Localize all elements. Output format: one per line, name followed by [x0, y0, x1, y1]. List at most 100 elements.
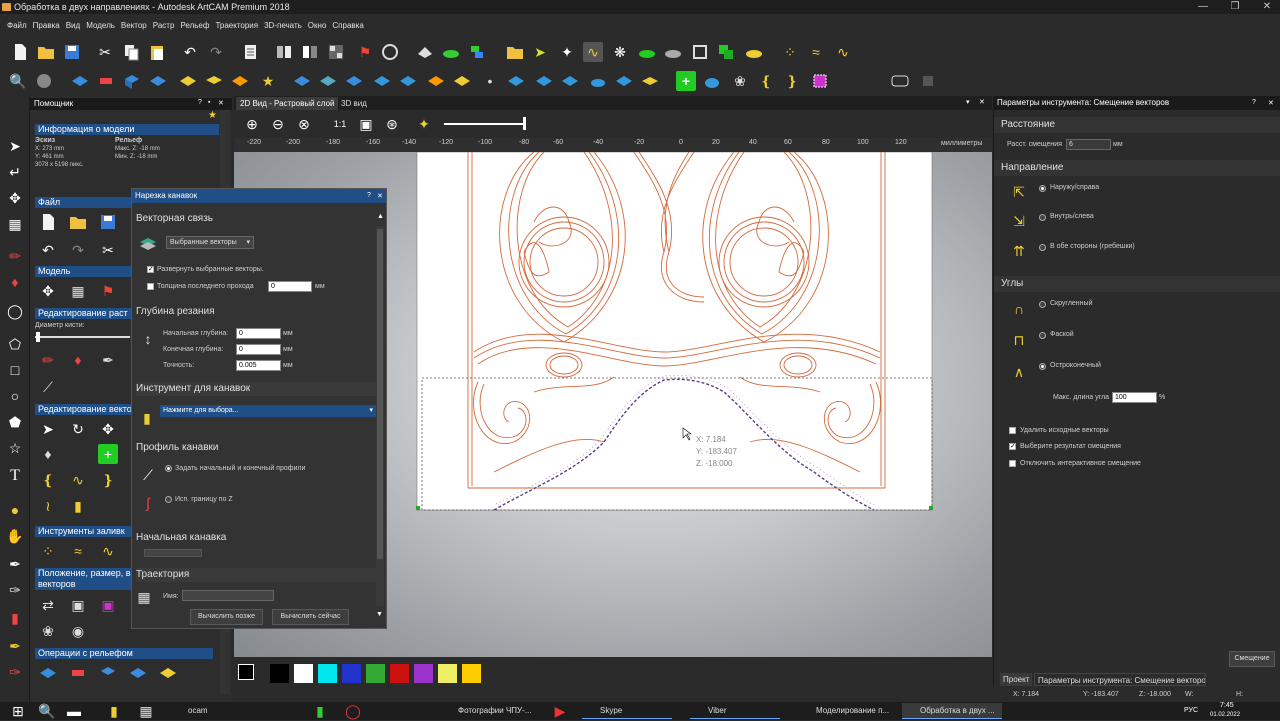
- grid-tool-icon[interactable]: ▦: [5, 214, 25, 234]
- asst-open-icon[interactable]: [68, 212, 88, 232]
- menu-edit[interactable]: Правка: [30, 14, 63, 38]
- menu-file[interactable]: Файл: [4, 14, 30, 38]
- bowl-icon[interactable]: [588, 71, 608, 91]
- asst-redo-icon[interactable]: ↷: [68, 240, 88, 260]
- asst-brush-icon[interactable]: ✏: [38, 350, 58, 370]
- polygon-icon[interactable]: ⬠: [5, 334, 25, 354]
- magic-select-icon[interactable]: ✦: [414, 114, 434, 134]
- asst-relief4-icon[interactable]: [128, 663, 148, 683]
- dir-in-radio[interactable]: [1039, 214, 1046, 221]
- merge-icon[interactable]: [467, 42, 487, 62]
- menu-toolpath[interactable]: Траектория: [212, 14, 261, 38]
- color-swatch[interactable]: [438, 664, 457, 683]
- corner-sharp-radio[interactable]: [1039, 363, 1046, 370]
- params-close-icon[interactable]: ✕: [1268, 99, 1274, 107]
- menu-view[interactable]: Вид: [63, 14, 83, 38]
- dialog-help-icon[interactable]: ?: [367, 192, 371, 199]
- calc-later-button[interactable]: Вычислить позже: [190, 609, 263, 625]
- vector-selection-dropdown[interactable]: Выбранные векторы ▾: [166, 236, 254, 249]
- asst-relief3-icon[interactable]: [98, 663, 118, 683]
- opera-icon[interactable]: ◯: [343, 701, 363, 721]
- blue-tile-icon[interactable]: [506, 71, 526, 91]
- relief-tool-icon[interactable]: [415, 42, 435, 62]
- blue-flat-icon[interactable]: [292, 71, 312, 91]
- knife-icon[interactable]: ✑: [5, 580, 25, 600]
- brush-slider-thumb[interactable]: [36, 332, 40, 342]
- gauge-icon[interactable]: [380, 42, 400, 62]
- smudge-icon[interactable]: ✋: [5, 526, 25, 546]
- asst-frame-icon[interactable]: ▣: [68, 595, 88, 615]
- asst-curve2-icon[interactable]: ≀: [38, 496, 58, 516]
- blue-tile3-icon[interactable]: [560, 71, 580, 91]
- assistant-pin-icon[interactable]: ▪: [208, 99, 210, 106]
- star-icon[interactable]: ☆: [5, 438, 25, 458]
- trajectory-header[interactable]: Траектория: [136, 568, 376, 582]
- profile-radio-1[interactable]: [165, 465, 172, 472]
- color-swatch[interactable]: [366, 664, 385, 683]
- yellow-relief-icon[interactable]: [744, 42, 764, 62]
- select-result-checkbox[interactable]: ✓: [1009, 443, 1016, 450]
- asst-move-icon[interactable]: ✥: [98, 419, 118, 439]
- app-icon-small[interactable]: ▮: [310, 701, 330, 721]
- start-groove-header[interactable]: Начальная канавка: [136, 531, 376, 545]
- task-view-icon[interactable]: ▬: [64, 701, 84, 721]
- media-icon[interactable]: ▶: [550, 701, 570, 721]
- raster-edit-header[interactable]: Редактирование раст: [35, 308, 135, 319]
- model-section-header[interactable]: Модель: [35, 266, 135, 277]
- asst-curve-icon[interactable]: ∿: [68, 470, 88, 490]
- tool-header[interactable]: Инструмент для канавок: [136, 382, 376, 396]
- opacity-slider-thumb[interactable]: [523, 117, 526, 130]
- menu-vector[interactable]: Вектор: [118, 14, 150, 38]
- maximize-button[interactable]: ❐: [1220, 0, 1250, 14]
- tool-select-dropdown[interactable]: Нажмите для выбора... ▾: [160, 405, 376, 417]
- menu-3dprint[interactable]: 3D-печать: [261, 14, 305, 38]
- assistant-close-icon[interactable]: ✕: [218, 99, 224, 107]
- eraser-tool-icon[interactable]: ▮: [5, 608, 25, 628]
- asst-pattern-icon[interactable]: ≈: [68, 541, 88, 561]
- fill-tools-header[interactable]: Инструменты заливк: [35, 526, 135, 537]
- asst-flag-icon[interactable]: ⚑: [98, 281, 118, 301]
- profile-header[interactable]: Профиль канавки: [136, 441, 376, 455]
- last-pass-input[interactable]: [268, 281, 312, 292]
- dome-icon[interactable]: [637, 42, 657, 62]
- start-groove-control[interactable]: [144, 549, 202, 557]
- corner-round-radio[interactable]: [1039, 301, 1046, 308]
- rectangle-icon[interactable]: □: [5, 360, 25, 380]
- asst-dots-icon[interactable]: ⁘: [38, 541, 58, 561]
- asst-fill-icon[interactable]: ♦: [68, 350, 88, 370]
- favorite-star-icon[interactable]: ★: [208, 110, 217, 121]
- blue-step-icon[interactable]: [344, 71, 364, 91]
- close-button[interactable]: ✕: [1252, 0, 1280, 14]
- blue-cube-icon[interactable]: [122, 71, 142, 91]
- taskbar-viber[interactable]: Viber: [690, 703, 780, 719]
- asst-relief2-icon[interactable]: [68, 663, 88, 683]
- assistant-help-icon[interactable]: ?: [198, 99, 202, 106]
- collapse-icon[interactable]: ▲: [377, 213, 384, 220]
- search-icon[interactable]: 🔍: [37, 701, 57, 721]
- distance-header[interactable]: Расстояние: [994, 117, 1280, 133]
- asst-undo-icon[interactable]: ↶: [38, 240, 58, 260]
- grid-icon[interactable]: [326, 42, 346, 62]
- asst-relief1-icon[interactable]: [38, 663, 58, 683]
- taskbar-artcam[interactable]: Обработка в двух ...: [902, 703, 1002, 719]
- asst-fill2-icon[interactable]: ♦: [38, 444, 58, 464]
- sparkle-icon[interactable]: ✦: [557, 42, 577, 62]
- vector-link-header[interactable]: Векторная связь: [136, 212, 376, 226]
- taskbar-ocam[interactable]: ocam: [170, 703, 230, 719]
- asst-picker-icon[interactable]: ✒: [98, 350, 118, 370]
- ornament-icon[interactable]: ❀: [730, 71, 750, 91]
- clock-date[interactable]: 01.02.2022: [1210, 712, 1240, 718]
- lasso-icon[interactable]: ◯: [5, 301, 25, 321]
- save-icon[interactable]: [62, 42, 82, 62]
- blue-tile4-icon[interactable]: [614, 71, 634, 91]
- asst-select-frame-icon[interactable]: ▣: [98, 595, 118, 615]
- asst-align-icon[interactable]: ⇄: [38, 595, 58, 615]
- transform-icon[interactable]: ✥: [5, 188, 25, 208]
- asst-line-icon[interactable]: ⟋: [38, 377, 58, 397]
- file-section-header[interactable]: Файл: [35, 197, 135, 208]
- offset-distance-input[interactable]: [1066, 139, 1111, 150]
- color-swatch[interactable]: [462, 664, 481, 683]
- tolerance-input[interactable]: [236, 360, 281, 371]
- delete-source-checkbox[interactable]: [1009, 427, 1016, 434]
- pentagon-icon[interactable]: ⬟: [5, 412, 25, 432]
